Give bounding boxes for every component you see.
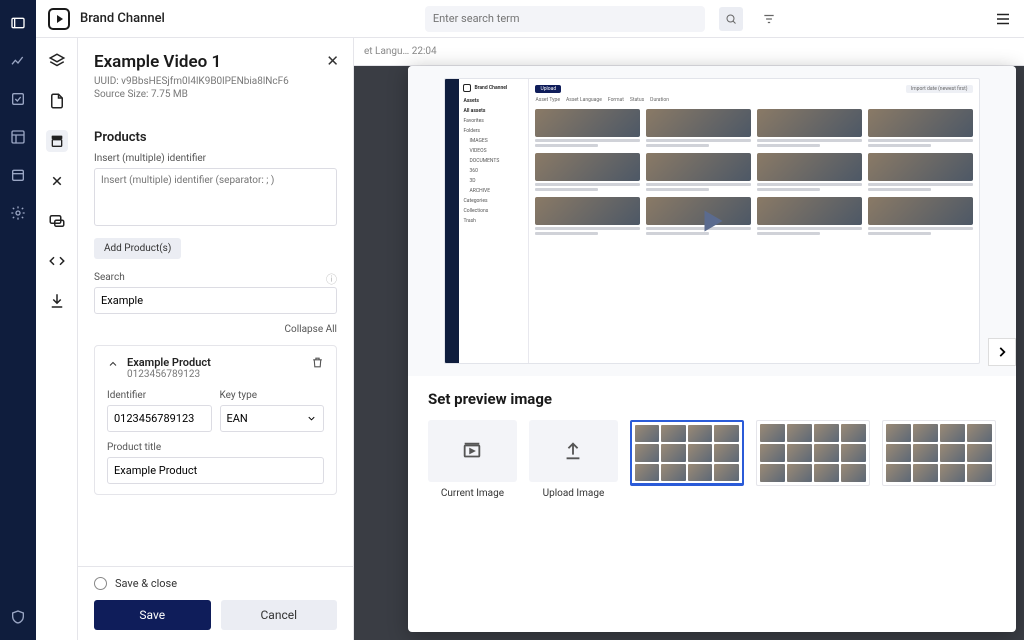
tool-download-icon[interactable] — [46, 290, 68, 312]
filter-icon[interactable] — [757, 7, 781, 31]
save-button[interactable]: Save — [94, 600, 211, 630]
tool-chat-icon[interactable] — [46, 210, 68, 232]
play-icon[interactable] — [694, 203, 730, 239]
rail-calendar-icon[interactable] — [9, 166, 27, 184]
rail-assets-icon[interactable] — [9, 14, 27, 32]
rail-analytics-icon[interactable] — [9, 52, 27, 70]
close-icon[interactable]: ✕ — [326, 52, 339, 70]
tool-file-icon[interactable] — [46, 90, 68, 112]
edit-panel: Example Video 1 ✕ UUID: v9BbsHESjfm0I4lK… — [78, 38, 354, 640]
brand-logo-icon — [48, 8, 70, 30]
identifier-input[interactable] — [107, 405, 212, 432]
radio-icon[interactable] — [94, 577, 107, 590]
upload-image-option[interactable]: Upload Image — [529, 420, 618, 499]
topbar: Brand Channel — [36, 0, 1024, 38]
tool-archive-icon[interactable] — [46, 130, 68, 152]
tool-tag-icon[interactable] — [46, 170, 68, 192]
rail-check-icon[interactable] — [9, 90, 27, 108]
product-title-label: Product title — [107, 442, 324, 453]
product-title-input[interactable] — [107, 457, 324, 484]
collapse-all[interactable]: Collapse All — [94, 324, 337, 335]
preview-section-title: Set preview image — [428, 390, 996, 408]
rail-layout-icon[interactable] — [9, 128, 27, 146]
ids-label: Insert (multiple) identifier — [94, 153, 337, 164]
panel-title: Example Video 1 — [94, 52, 337, 72]
frame-thumb-2[interactable] — [756, 420, 870, 486]
product-name: Example Product — [127, 356, 211, 369]
search-submit-icon[interactable] — [719, 7, 743, 31]
frame-thumb-1[interactable] — [630, 420, 744, 486]
tool-code-icon[interactable] — [46, 250, 68, 272]
product-id: 0123456789123 — [127, 369, 211, 380]
search-label: Search — [94, 272, 125, 283]
rail-shield-icon[interactable] — [9, 608, 27, 626]
chevron-up-icon[interactable] — [107, 358, 119, 370]
products-heading: Products — [94, 130, 337, 145]
info-icon[interactable]: ⓘ — [326, 271, 337, 287]
trash-icon[interactable] — [311, 356, 324, 369]
global-search[interactable] — [425, 6, 705, 32]
product-search-input[interactable] — [94, 287, 337, 314]
tool-column — [36, 0, 78, 640]
keytype-select[interactable]: EAN — [220, 405, 325, 432]
video-preview[interactable]: Brand Channel Assets All assets Favorite… — [408, 66, 1016, 376]
add-products-button[interactable]: Add Product(s) — [94, 238, 181, 259]
identifier-label: Identifier — [107, 390, 212, 401]
tool-layers-icon[interactable] — [46, 50, 68, 72]
save-close-toggle[interactable]: Save & close — [94, 577, 337, 590]
size-line: Source Size: 7.75 MB — [94, 89, 337, 100]
brand-name: Brand Channel — [80, 11, 165, 26]
frame-thumb-3[interactable] — [882, 420, 996, 486]
global-search-input[interactable] — [433, 12, 697, 25]
preview-card: Brand Channel Assets All assets Favorite… — [408, 66, 1016, 632]
menu-icon[interactable] — [994, 10, 1012, 28]
next-icon[interactable] — [988, 338, 1016, 366]
left-rail — [0, 0, 36, 640]
keytype-label: Key type — [220, 390, 325, 401]
uuid-line: UUID: v9BbsHESjfm0I4lK9B0lPENbia8lNcF6 — [94, 76, 337, 87]
ids-textarea[interactable] — [94, 168, 337, 226]
rail-gear-icon[interactable] — [9, 204, 27, 222]
current-image-option[interactable]: Current Image — [428, 420, 517, 499]
stage-infobar: et Langu… 22:04 — [354, 38, 1024, 66]
cancel-button[interactable]: Cancel — [221, 600, 338, 630]
stage: et Langu… 22:04 Brand Channel Assets All… — [354, 38, 1024, 640]
product-card: Example Product 0123456789123 Identifier… — [94, 345, 337, 495]
